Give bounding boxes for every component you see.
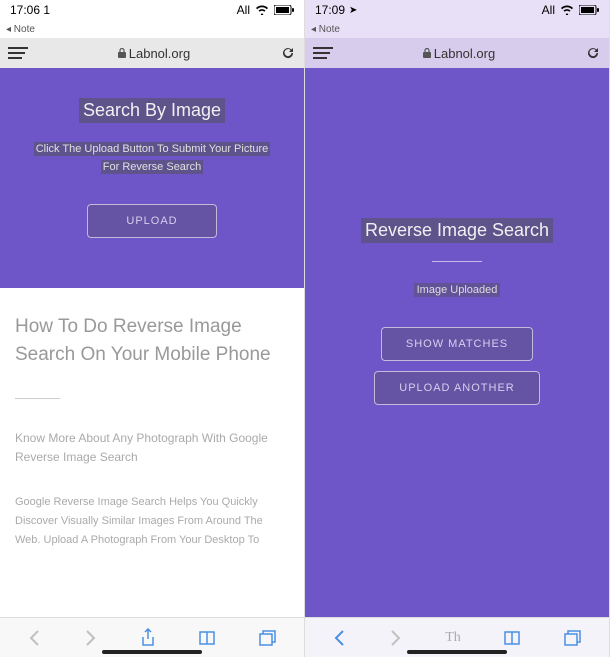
status-network-label: All	[542, 3, 555, 17]
status-time: 17:06 1	[10, 3, 50, 17]
battery-icon	[274, 5, 294, 15]
location-icon: ➤	[349, 5, 357, 16]
wifi-icon	[560, 5, 574, 15]
menu-icon[interactable]	[313, 47, 333, 59]
home-indicator[interactable]	[102, 650, 202, 654]
bookmarks-icon[interactable]	[198, 630, 216, 646]
url-text: Labnol.org	[129, 46, 190, 61]
battery-icon	[579, 5, 599, 15]
back-icon[interactable]	[332, 629, 346, 647]
status-time: 17:09	[315, 3, 345, 17]
show-matches-button[interactable]: SHOW MATCHES	[381, 327, 533, 361]
hero-title: Search By Image	[79, 98, 225, 123]
forward-icon[interactable]	[389, 629, 403, 647]
hero-section: Search By Image Click The Upload Button …	[0, 68, 304, 288]
bookmarks-icon[interactable]	[503, 630, 521, 646]
article-section: How To Do Reverse Image Search On Your M…	[0, 288, 304, 575]
lock-icon	[118, 48, 126, 58]
phone-right: 17:09 ➤ All ◂ Note Labnol.org Reverse Im…	[305, 0, 610, 657]
hero-subtitle: Click The Upload Button To Submit Your P…	[34, 141, 271, 176]
status-network-label: All	[237, 3, 250, 17]
back-to-app-button[interactable]: ◂ Note	[0, 20, 304, 38]
back-to-app-button[interactable]: ◂ Note	[305, 20, 609, 38]
refresh-icon[interactable]	[280, 45, 296, 61]
home-indicator[interactable]	[407, 650, 507, 654]
page-content: Search By Image Click The Upload Button …	[0, 68, 304, 617]
menu-icon[interactable]	[8, 47, 28, 59]
wifi-icon	[255, 5, 269, 15]
upload-status: Image Uploaded	[414, 283, 501, 297]
tabs-icon[interactable]	[564, 630, 582, 646]
article-body: Google Reverse Image Search Helps You Qu…	[15, 493, 289, 551]
hero-title: Reverse Image Search	[361, 218, 553, 243]
refresh-icon[interactable]	[585, 45, 601, 61]
reader-badge[interactable]: Th	[445, 630, 461, 646]
upload-another-button[interactable]: UPLOAD ANOTHER	[374, 371, 539, 405]
share-icon[interactable]	[140, 628, 156, 648]
tabs-icon[interactable]	[259, 630, 277, 646]
status-bar: 17:09 ➤ All	[305, 0, 609, 20]
browser-toolbar: Labnol.org	[305, 38, 609, 68]
hero-section: Reverse Image Search Image Uploaded SHOW…	[305, 68, 609, 617]
address-bar[interactable]: Labnol.org	[341, 46, 577, 61]
divider	[432, 261, 482, 262]
lock-icon	[423, 48, 431, 58]
page-content: Reverse Image Search Image Uploaded SHOW…	[305, 68, 609, 617]
address-bar[interactable]: Labnol.org	[36, 46, 272, 61]
article-lead: Know More About Any Photograph With Goog…	[15, 429, 289, 467]
url-text: Labnol.org	[434, 46, 495, 61]
status-bar: 17:06 1 All	[0, 0, 304, 20]
upload-button[interactable]: UPLOAD	[87, 204, 217, 238]
back-icon[interactable]	[27, 629, 41, 647]
forward-icon[interactable]	[84, 629, 98, 647]
browser-toolbar: Labnol.org	[0, 38, 304, 68]
article-title: How To Do Reverse Image Search On Your M…	[15, 313, 289, 368]
divider	[15, 398, 60, 399]
phone-left: 17:06 1 All ◂ Note Labnol.org Search By …	[0, 0, 305, 657]
